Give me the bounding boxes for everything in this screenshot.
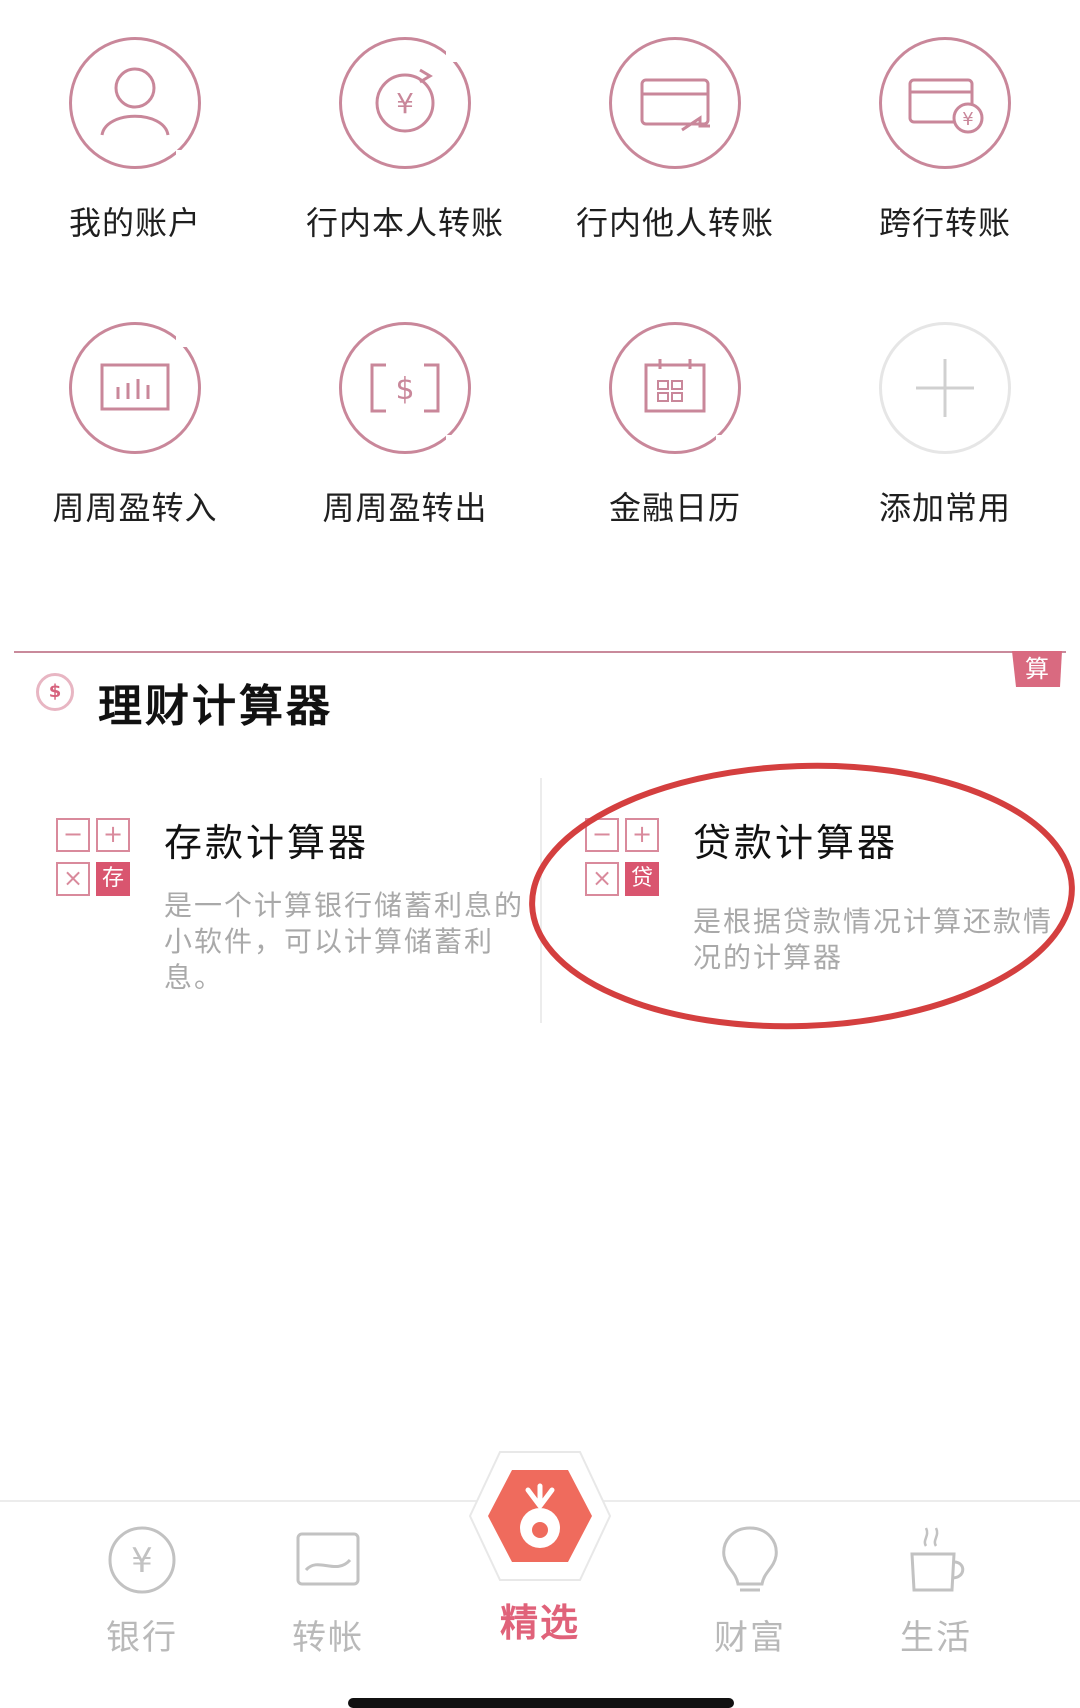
minus-key: − xyxy=(585,818,619,852)
plus-key: + xyxy=(96,818,130,852)
loan-calculator-description: 是根据贷款情况计算还款情 况的计算器 xyxy=(693,904,1053,976)
ring-gap xyxy=(716,435,736,455)
home-indicator[interactable] xyxy=(348,1698,734,1708)
minus-key: − xyxy=(56,818,90,852)
ring-gap xyxy=(176,327,196,347)
svg-text:¥: ¥ xyxy=(131,1541,153,1581)
description-line: 是一个计算银行储蓄利息的 xyxy=(164,889,525,922)
section-title: 理财计算器 xyxy=(98,681,333,732)
loan-calculator-title: 贷款计算器 xyxy=(693,821,899,865)
svg-text:$: $ xyxy=(395,372,414,407)
tab-label: 精选 xyxy=(499,1601,580,1645)
tab-label: 财富 xyxy=(714,1618,786,1658)
loan-calculator-card[interactable]: − + × 贷 贷款计算器 是根据贷款情况计算还款情 况的计算器 xyxy=(585,818,1075,1028)
card-transfer-icon xyxy=(609,37,741,169)
quick-action-label: 行内本人转账 xyxy=(305,204,504,242)
ring-gap xyxy=(446,435,466,455)
transfer-icon xyxy=(296,1532,360,1586)
column-divider xyxy=(540,778,542,1023)
deposit-calculator-card[interactable]: − + × 存 存款计算器 是一个计算银行储蓄利息的 小软件，可以计算储蓄利 息… xyxy=(56,818,536,1028)
quick-action-label: 周周盈转出 xyxy=(322,489,488,527)
quick-action-label: 金融日历 xyxy=(608,489,741,527)
quick-action-label: 行内他人转账 xyxy=(575,204,774,242)
deposit-calculator-title: 存款计算器 xyxy=(164,821,370,865)
ring-gap xyxy=(620,160,640,180)
description-line: 息。 xyxy=(164,961,225,994)
loan-key: 贷 xyxy=(625,862,659,896)
tab-label: 转帐 xyxy=(292,1618,364,1658)
times-key: × xyxy=(585,862,619,896)
dollar-coin-icon: $ xyxy=(36,673,74,711)
plus-icon xyxy=(879,322,1011,454)
featured-hex-icon xyxy=(468,1451,612,1581)
description-line: 小软件，可以计算储蓄利 xyxy=(164,925,495,958)
lightbulb-icon xyxy=(722,1526,778,1592)
coffee-cup-icon xyxy=(910,1527,965,1592)
calculator-keys-icon: − + × 贷 xyxy=(585,818,665,898)
section-divider xyxy=(14,651,1066,653)
description-line: 是根据贷款情况计算还款情 xyxy=(693,905,1054,938)
description-line: 况的计算器 xyxy=(693,941,844,974)
svg-text:¥: ¥ xyxy=(962,109,973,130)
calculator-corner-tag: 算 xyxy=(1012,651,1062,687)
deposit-calculator-description: 是一个计算银行储蓄利息的 小软件，可以计算储蓄利 息。 xyxy=(164,888,524,996)
ring-gap xyxy=(176,150,196,170)
quick-action-label: 周周盈转入 xyxy=(52,489,218,527)
quick-action-label: 添加常用 xyxy=(878,489,1011,527)
tab-label: 生活 xyxy=(900,1618,972,1658)
deposit-key: 存 xyxy=(96,862,130,896)
ring-gap xyxy=(880,150,900,170)
quick-action-label: 跨行转账 xyxy=(878,204,1011,242)
times-key: × xyxy=(56,862,90,896)
plus-key: + xyxy=(625,818,659,852)
ring-gap xyxy=(446,42,466,62)
svg-text:¥: ¥ xyxy=(396,87,414,120)
calculator-keys-icon: − + × 存 xyxy=(56,818,136,898)
quick-action-label: 我的账户 xyxy=(68,204,201,242)
yuan-coin-icon: ¥ xyxy=(108,1526,176,1594)
tab-label: 银行 xyxy=(106,1618,178,1658)
